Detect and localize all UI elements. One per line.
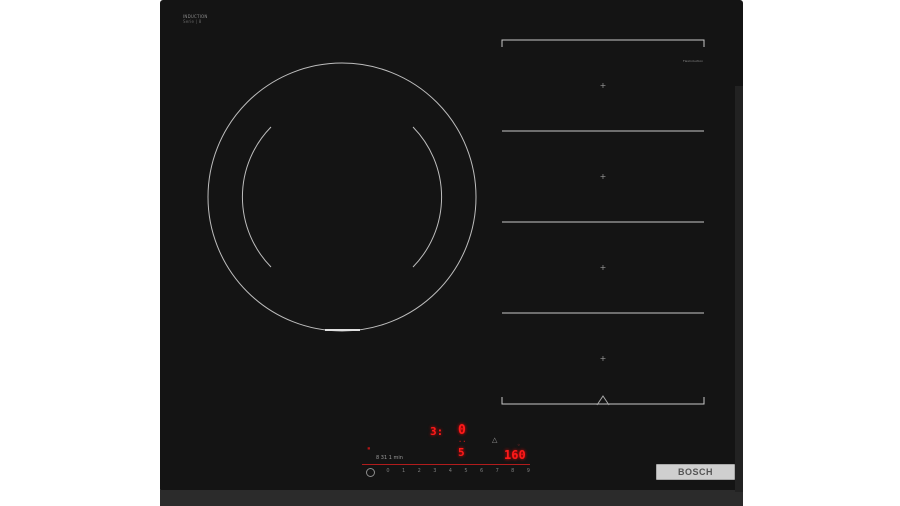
scale-label-0[interactable]: 0 — [386, 468, 389, 476]
touch-slider-strip[interactable] — [362, 464, 530, 465]
scale-label-6[interactable]: 6 — [480, 468, 483, 476]
round-zone-outer-ring — [207, 62, 477, 332]
scale-label-3[interactable]: 3 — [433, 468, 436, 476]
top-zone-power-display: 0 — [458, 423, 466, 438]
round-zone-inner-arc-left — [241, 126, 272, 268]
zone-indicator-dots: ·· — [458, 438, 467, 446]
timer-small-display: 3: — [430, 425, 444, 438]
flex-zone-bottom-bracket — [501, 397, 705, 405]
mid-zone-power-display: 5 — [458, 446, 465, 459]
flex-zone-3-cross-icon: + — [599, 263, 607, 272]
scale-label-9[interactable]: 9 — [527, 468, 530, 476]
scale-label-7[interactable]: 7 — [496, 468, 499, 476]
touch-slider-scale: 0 1 2 3 4 5 6 7 8 9 — [364, 468, 530, 476]
left-red-indicator: ▪ — [367, 445, 371, 452]
scale-label-5[interactable]: 5 — [464, 468, 467, 476]
flex-zone-top-bracket — [501, 39, 705, 47]
scale-label-1[interactable]: 1 — [402, 468, 405, 476]
scale-spacer — [364, 468, 374, 476]
right-power-display: 160 — [504, 448, 526, 462]
brand-logo-text: BOSCH — [677, 467, 713, 477]
flex-zone-4-cross-icon: + — [599, 354, 607, 363]
timer-icon[interactable]: ◦ — [517, 442, 521, 449]
scale-label-8[interactable]: 8 — [511, 468, 514, 476]
flex-zone-2-cross-icon: + — [599, 172, 607, 181]
lock-icon[interactable]: △ — [492, 436, 497, 444]
cooking-zones-drawing — [207, 39, 705, 406]
flex-zone-1-cross-icon: + — [599, 81, 607, 90]
scale-label-4[interactable]: 4 — [449, 468, 452, 476]
brand-logo-plate: BOSCH — [656, 464, 735, 480]
scale-label-2[interactable]: 2 — [418, 468, 421, 476]
round-zone-inner-arc-right — [412, 126, 443, 268]
zone-info-readout: 8 31 1 min — [376, 455, 403, 461]
flex-zone-tag: FlexInduction — [683, 59, 704, 63]
